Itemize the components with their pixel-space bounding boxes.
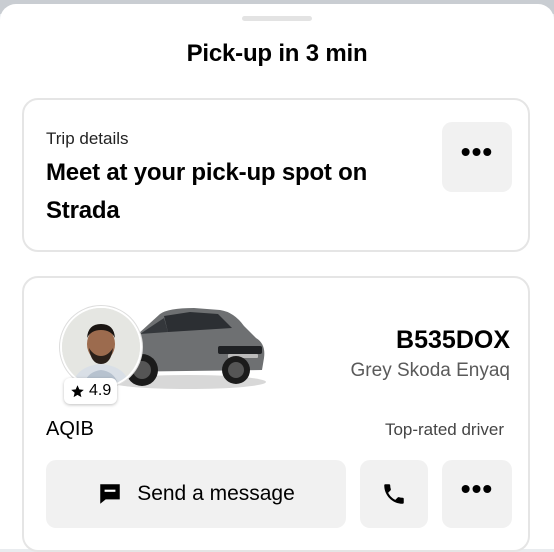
chat-bubble-icon [100, 484, 120, 504]
send-message-button[interactable]: Send a message [46, 460, 346, 528]
star-icon [71, 384, 84, 397]
driver-photo [62, 308, 140, 386]
driver-more-button[interactable]: ••• [442, 460, 512, 528]
driver-card: 4.9 B535DOX Grey Skoda Enyaq AQIB Top-ra… [22, 276, 530, 552]
send-message-label: Send a message [137, 482, 295, 505]
phone-icon [384, 484, 404, 504]
more-dots-icon: ••• [460, 136, 494, 167]
driver-avatar [60, 306, 142, 388]
pickup-instruction: Meet at your pick-up spot on Strada [46, 159, 368, 224]
drag-handle[interactable] [242, 16, 312, 21]
driver-rating-badge: 4.9 [64, 378, 118, 404]
license-plate: B535DOX [396, 326, 510, 354]
pickup-eta-title: Pick-up in 3 min [186, 40, 368, 67]
driver-name: AQIB [46, 418, 94, 440]
trip-more-button[interactable]: ••• [442, 122, 512, 192]
call-driver-button[interactable] [360, 460, 428, 528]
car-model: Grey Skoda Enyaq [350, 360, 510, 381]
top-rated-driver-label: Top-rated driver [384, 420, 504, 439]
more-dots-icon: ••• [460, 473, 494, 504]
bottom-sheet: Pick-up in 3 min Trip details Meet at yo… [0, 4, 554, 552]
trip-details-label: Trip details [46, 129, 129, 148]
driver-rating-value: 4.9 [89, 382, 112, 399]
trip-details-card: Trip details Meet at your pick-up spot o… [22, 98, 530, 252]
